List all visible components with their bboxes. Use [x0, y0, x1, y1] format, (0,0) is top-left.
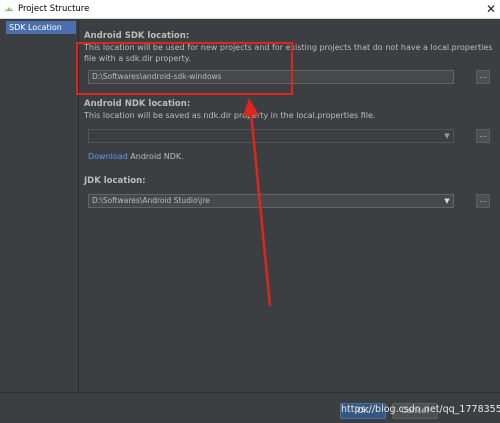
sidebar: SDK Location	[4, 19, 79, 392]
annotation-highlight-box	[76, 42, 293, 95]
android-studio-icon	[5, 7, 13, 11]
jdk-path-combo[interactable]: D:\Softwares\Android Studio\jre ▼	[88, 194, 454, 208]
window-title: Project Structure	[18, 4, 90, 14]
sdk-section-title: Android SDK location:	[84, 31, 190, 41]
jdk-browse-button[interactable]: ...	[476, 194, 490, 208]
chevron-down-icon[interactable]: ▼	[441, 195, 453, 207]
ndk-browse-button[interactable]: ...	[476, 129, 490, 143]
download-ndk-link[interactable]: Download	[88, 152, 128, 161]
ndk-download-line: Download Android NDK.	[88, 152, 184, 161]
sidebar-item-sdk-location[interactable]: SDK Location	[6, 21, 76, 34]
download-ndk-text: Android NDK.	[127, 152, 184, 161]
ndk-section-title: Android NDK location:	[84, 99, 191, 109]
ndk-description: This location will be saved as ndk.dir p…	[84, 111, 376, 120]
chevron-down-icon[interactable]: ▼	[441, 130, 453, 142]
jdk-path-value: D:\Softwares\Android Studio\jre	[92, 196, 210, 205]
watermark-text: https://blog.csdn.net/qq_17783559	[341, 404, 500, 415]
jdk-section-title: JDK location:	[84, 176, 146, 186]
title-bar: Project Structure ✕	[0, 0, 500, 19]
sdk-browse-button[interactable]: ...	[476, 70, 490, 84]
ndk-path-combo[interactable]: ▼	[88, 129, 454, 143]
close-icon[interactable]: ✕	[486, 0, 496, 18]
